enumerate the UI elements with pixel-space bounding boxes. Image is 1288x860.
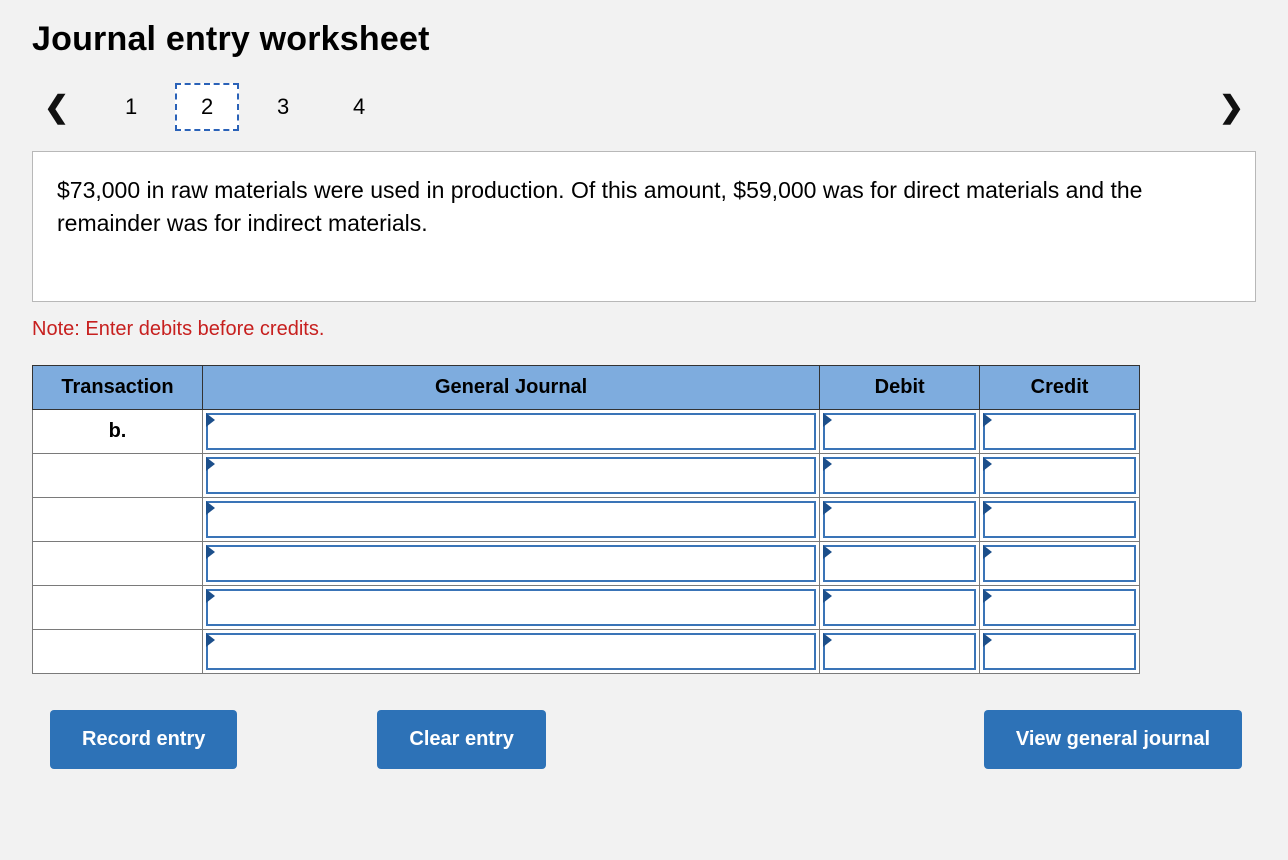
credit-cell[interactable] <box>980 541 1140 585</box>
next-entry-button[interactable]: ❯ <box>1207 84 1256 131</box>
debit-cell[interactable] <box>820 629 980 673</box>
transaction-cell <box>33 585 203 629</box>
debit-cell[interactable] <box>820 497 980 541</box>
debit-cell[interactable] <box>820 453 980 497</box>
transaction-cell <box>33 497 203 541</box>
prev-entry-button[interactable]: ❮ <box>32 84 81 131</box>
transaction-cell <box>33 453 203 497</box>
transaction-label: b. <box>33 420 202 443</box>
header-general-journal: General Journal <box>202 365 819 409</box>
debit-cell[interactable] <box>820 541 980 585</box>
transaction-cell: b. <box>33 409 203 453</box>
credit-cell[interactable] <box>980 585 1140 629</box>
header-credit: Credit <box>980 365 1140 409</box>
general-journal-cell[interactable] <box>202 409 819 453</box>
debit-cell[interactable] <box>820 585 980 629</box>
table-row <box>33 497 1140 541</box>
transaction-cell <box>33 541 203 585</box>
transaction-description: $73,000 in raw materials were used in pr… <box>32 151 1256 302</box>
general-journal-cell[interactable] <box>202 453 819 497</box>
table-row <box>33 585 1140 629</box>
entry-tab-4[interactable]: 4 <box>327 83 391 131</box>
general-journal-cell[interactable] <box>202 541 819 585</box>
clear-entry-button[interactable]: Clear entry <box>377 710 546 769</box>
credit-cell[interactable] <box>980 497 1140 541</box>
general-journal-cell[interactable] <box>202 497 819 541</box>
table-row <box>33 453 1140 497</box>
table-row <box>33 629 1140 673</box>
debit-cell[interactable] <box>820 409 980 453</box>
entry-tab-1[interactable]: 1 <box>99 83 163 131</box>
table-row: b. <box>33 409 1140 453</box>
general-journal-cell[interactable] <box>202 629 819 673</box>
action-buttons: Record entry Clear entry View general jo… <box>32 710 1242 769</box>
entry-tab-3[interactable]: 3 <box>251 83 315 131</box>
journal-worksheet: Journal entry worksheet ❮ 1 2 3 4 ❯ $73,… <box>0 0 1288 799</box>
entry-tabs: 1 2 3 4 <box>99 83 403 131</box>
transaction-cell <box>33 629 203 673</box>
view-general-journal-button[interactable]: View general journal <box>984 710 1242 769</box>
tab-navigation: ❮ 1 2 3 4 ❯ <box>32 77 1256 137</box>
table-row <box>33 541 1140 585</box>
journal-entry-table: Transaction General Journal Debit Credit… <box>32 365 1140 674</box>
record-entry-button[interactable]: Record entry <box>50 710 237 769</box>
credit-cell[interactable] <box>980 629 1140 673</box>
page-title: Journal entry worksheet <box>32 20 1256 59</box>
credit-cell[interactable] <box>980 453 1140 497</box>
instruction-note: Note: Enter debits before credits. <box>32 318 1256 341</box>
entry-tab-2[interactable]: 2 <box>175 83 239 131</box>
header-transaction: Transaction <box>33 365 203 409</box>
general-journal-cell[interactable] <box>202 585 819 629</box>
credit-cell[interactable] <box>980 409 1140 453</box>
header-debit: Debit <box>820 365 980 409</box>
